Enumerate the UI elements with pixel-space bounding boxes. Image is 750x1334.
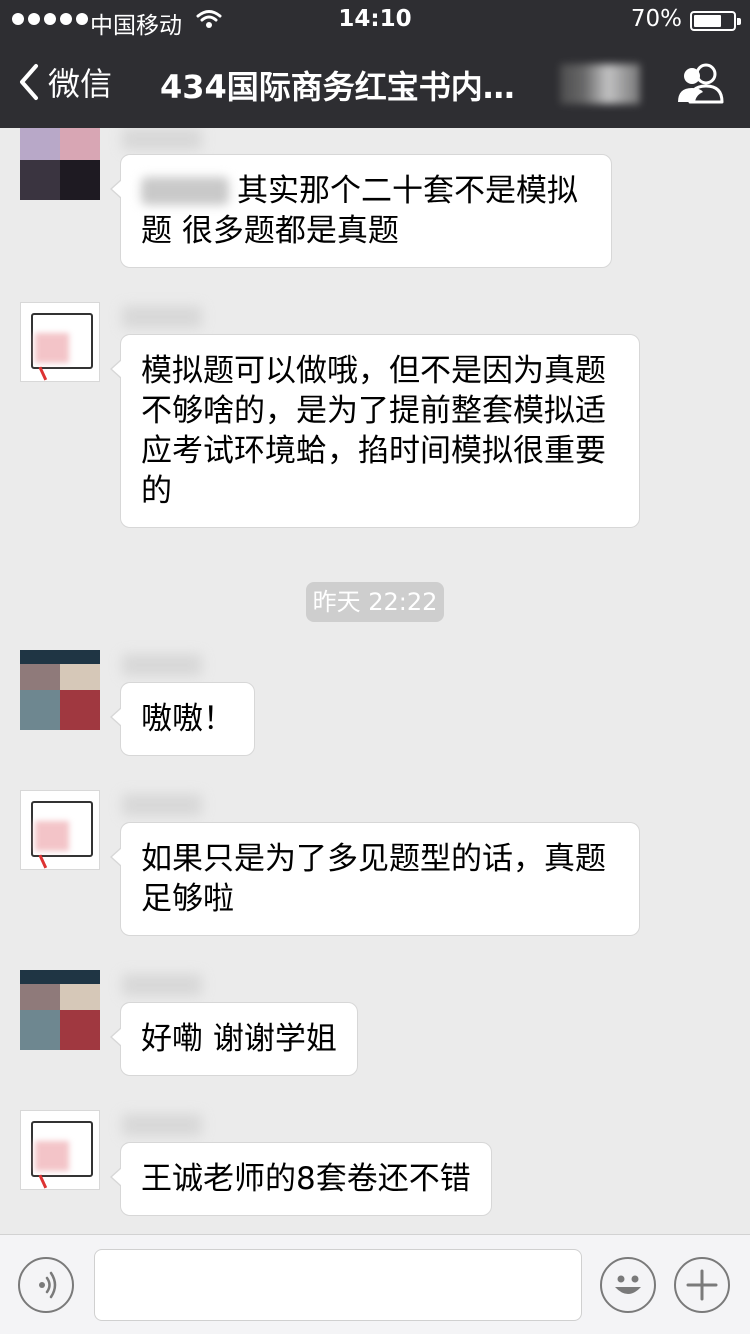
message-bubble[interactable]: 嗷嗷！: [110, 682, 255, 756]
chat-message-list[interactable]: 其实那个二十套不是模拟题 很多题都是真题 模拟题可以做哦，但不是因为真题不够啥的…: [0, 128, 750, 1234]
battery-fill: [694, 15, 721, 27]
avatar[interactable]: [20, 650, 100, 730]
message-text: 如果只是为了多见题型的话，真题足够啦: [141, 841, 606, 917]
sender-name: [122, 794, 202, 816]
sender-name: [122, 654, 202, 676]
status-bar: 中国移动 14:10 70%: [0, 0, 750, 40]
sender-name: [122, 1114, 202, 1136]
avatar[interactable]: [20, 128, 100, 200]
sender-name: [122, 974, 202, 996]
avatar[interactable]: [20, 302, 100, 382]
message-text: 好嘞 谢谢学姐: [141, 1021, 337, 1057]
message-text: 模拟题可以做哦，但不是因为真题不够啥的，是为了提前整套模拟适应考试环境蛤，掐时间…: [141, 353, 606, 509]
message-text: 嗷嗷！: [141, 701, 234, 737]
message-input[interactable]: [94, 1249, 582, 1321]
avatar[interactable]: [20, 790, 100, 870]
top-bar: 中国移动 14:10 70% 微信 434国际商务红宝书内…: [0, 0, 750, 128]
message-bubble[interactable]: 其实那个二十套不是模拟题 很多题都是真题: [110, 154, 612, 268]
chevron-left-icon: [20, 64, 38, 100]
timestamp-divider: 昨天 22:22: [306, 582, 444, 622]
back-label: 微信: [48, 65, 113, 103]
message-text: 王诚老师的8套卷还不错: [141, 1161, 471, 1197]
plus-icon: [686, 1269, 718, 1301]
sender-name: [122, 128, 202, 150]
voice-icon: [39, 1271, 57, 1299]
sender-name: [122, 306, 202, 328]
battery-percent: 70%: [630, 6, 682, 32]
navigation-bar: 微信 434国际商务红宝书内…: [0, 40, 750, 128]
plus-button[interactable]: [674, 1257, 730, 1313]
voice-button[interactable]: [18, 1257, 74, 1313]
avatar[interactable]: [20, 1110, 100, 1190]
emoji-icon: [615, 1275, 641, 1294]
back-button[interactable]: 微信: [18, 60, 112, 104]
title-redaction: [560, 64, 640, 104]
mention-redaction: [141, 177, 229, 205]
emoji-button[interactable]: [600, 1257, 656, 1313]
message-bubble[interactable]: 如果只是为了多见题型的话，真题足够啦: [110, 822, 640, 936]
avatar[interactable]: [20, 970, 100, 1050]
message-bubble[interactable]: 好嘞 谢谢学姐: [110, 1002, 358, 1076]
group-members-icon[interactable]: [676, 62, 724, 104]
message-bubble[interactable]: 王诚老师的8套卷还不错: [110, 1142, 492, 1216]
input-bar: [0, 1234, 750, 1334]
message-bubble[interactable]: 模拟题可以做哦，但不是因为真题不够啥的，是为了提前整套模拟适应考试环境蛤，掐时间…: [110, 334, 640, 528]
battery-icon: [690, 11, 741, 31]
